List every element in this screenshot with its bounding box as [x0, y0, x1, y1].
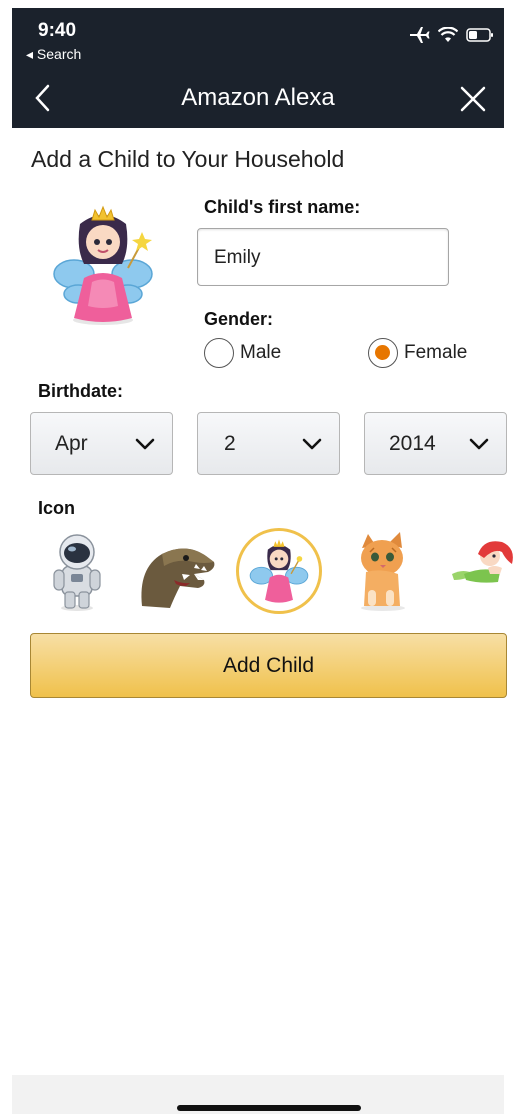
birth-year-value: 2014: [389, 431, 436, 455]
status-bar: 9:40 ◂ Search: [12, 8, 504, 68]
mermaid-icon[interactable]: [444, 528, 516, 614]
status-time: 9:40: [38, 20, 77, 41]
airplane-mode-icon: [410, 27, 430, 43]
birth-month-value: Apr: [55, 431, 88, 455]
fairy-princess-avatar: [53, 205, 153, 325]
header-title: Amazon Alexa: [181, 84, 335, 111]
radio-unselected-icon[interactable]: [204, 338, 234, 368]
birth-day-value: 2: [224, 431, 236, 455]
close-icon[interactable]: [458, 84, 488, 114]
chevron-down-icon: [469, 438, 489, 449]
icon-label: Icon: [38, 498, 76, 518]
first-name-label: Child's first name:: [204, 197, 361, 217]
system-icons: [408, 26, 494, 44]
gender-female-radio[interactable]: Female: [368, 338, 467, 368]
app-header: Amazon Alexa: [12, 68, 504, 128]
fairy-princess-icon[interactable]: [236, 528, 322, 614]
kitten-icon[interactable]: [340, 528, 426, 614]
dinosaur-icon[interactable]: [134, 528, 220, 614]
radio-selected-icon[interactable]: [368, 338, 398, 368]
chevron-down-icon: [302, 438, 322, 449]
chevron-down-icon: [135, 438, 155, 449]
battery-icon: [466, 28, 493, 42]
wifi-icon: [438, 27, 458, 42]
birth-year-select[interactable]: 2014: [364, 412, 507, 475]
gender-male-radio[interactable]: Male: [204, 338, 281, 368]
gender-label: Gender:: [204, 309, 274, 329]
gender-male-label: Male: [240, 342, 282, 363]
astronaut-icon[interactable]: [34, 528, 120, 614]
birth-month-select[interactable]: Apr: [30, 412, 173, 475]
home-indicator[interactable]: [177, 1105, 361, 1111]
icon-picker: [0, 528, 516, 614]
birth-day-select[interactable]: 2: [197, 412, 340, 475]
birthdate-label: Birthdate:: [38, 381, 123, 401]
gender-female-label: Female: [404, 342, 468, 363]
page-title: Add a Child to Your Household: [31, 146, 345, 172]
first-name-input[interactable]: Emily: [197, 228, 449, 286]
add-child-button[interactable]: Add Child: [30, 633, 507, 698]
back-to-app-link[interactable]: ◂ Search: [26, 46, 81, 63]
